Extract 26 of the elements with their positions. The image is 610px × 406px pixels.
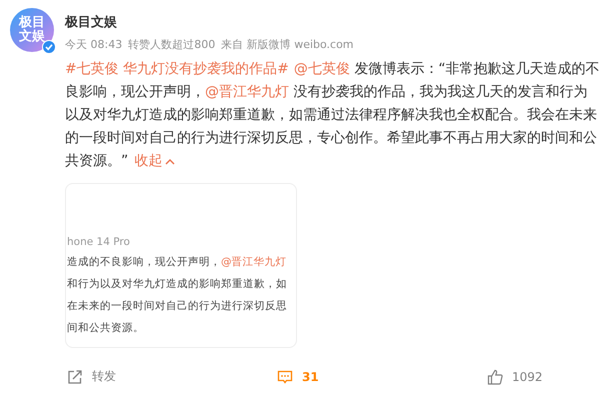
post-text: #七英俊 华九灯没有抄袭我的作品# @七英俊 发微博表示：“非常抱歉这几天造成的不良影响，现公开声明，@晋江华九灯 没有抄袭我的作品，我为我这几天的发言和行为以及对华九灯造成的影响郑重道歉，如需通过法律程序解决我也全权配合。我会在未来的一段时间对自己的行为进行深切反思，专心创作。希望此事不再占用大家的时间和公共资源。” 收起 xyxy=(65,58,600,173)
avatar-text: 文娱 xyxy=(19,30,45,44)
account-name[interactable]: 极目文娱 xyxy=(65,13,354,31)
like-button[interactable]: 1092 xyxy=(487,368,543,385)
image-caption: hone 14 Pro xyxy=(67,236,131,248)
image-text-line: 和行为以及对华九灯造成的影响郑重道歉，如 xyxy=(67,277,288,292)
thumbs-up-icon xyxy=(487,368,503,384)
mention-text: @晋江华九灯 xyxy=(221,256,286,268)
share-icon xyxy=(67,368,83,384)
collapse-link[interactable]: 收起 xyxy=(134,150,176,173)
avatar[interactable]: 极目 文娱 xyxy=(10,8,54,52)
image-text-line: 造成的不良影响，现公开声明，@晋江华九灯 xyxy=(67,255,288,270)
repost-button[interactable]: 转发 xyxy=(67,368,277,385)
image-text-line: 在未来的一段时间对自己的行为进行深切反思 xyxy=(67,299,288,314)
post-meta: 来自 新版微博 weibo.com xyxy=(221,37,354,52)
mention-link[interactable]: @七英俊 xyxy=(294,61,350,77)
mention-link[interactable]: @晋江华九灯 xyxy=(205,84,289,100)
hashtag-link[interactable]: #七英俊 华九灯没有抄袭我的作品# xyxy=(65,61,289,77)
image-card[interactable]: hone 14 Pro 造成的不良影响，现公开声明，@晋江华九灯 和行为以及对华九灯造成的影响郑重道歉，如 在未来的一段时间对自己的行为进行深切反思 间和公共资源。 xyxy=(65,183,297,348)
comment-button[interactable]: 31 xyxy=(277,368,487,385)
image-text-line: 间和公共资源。 xyxy=(67,321,145,336)
post-meta: 转赞人数超过800 xyxy=(128,37,216,52)
chevron-up-icon xyxy=(165,159,176,165)
avatar-text: 极目 xyxy=(19,16,45,30)
comment-icon xyxy=(277,368,293,384)
post-meta: 今天 08:43 xyxy=(65,37,122,52)
